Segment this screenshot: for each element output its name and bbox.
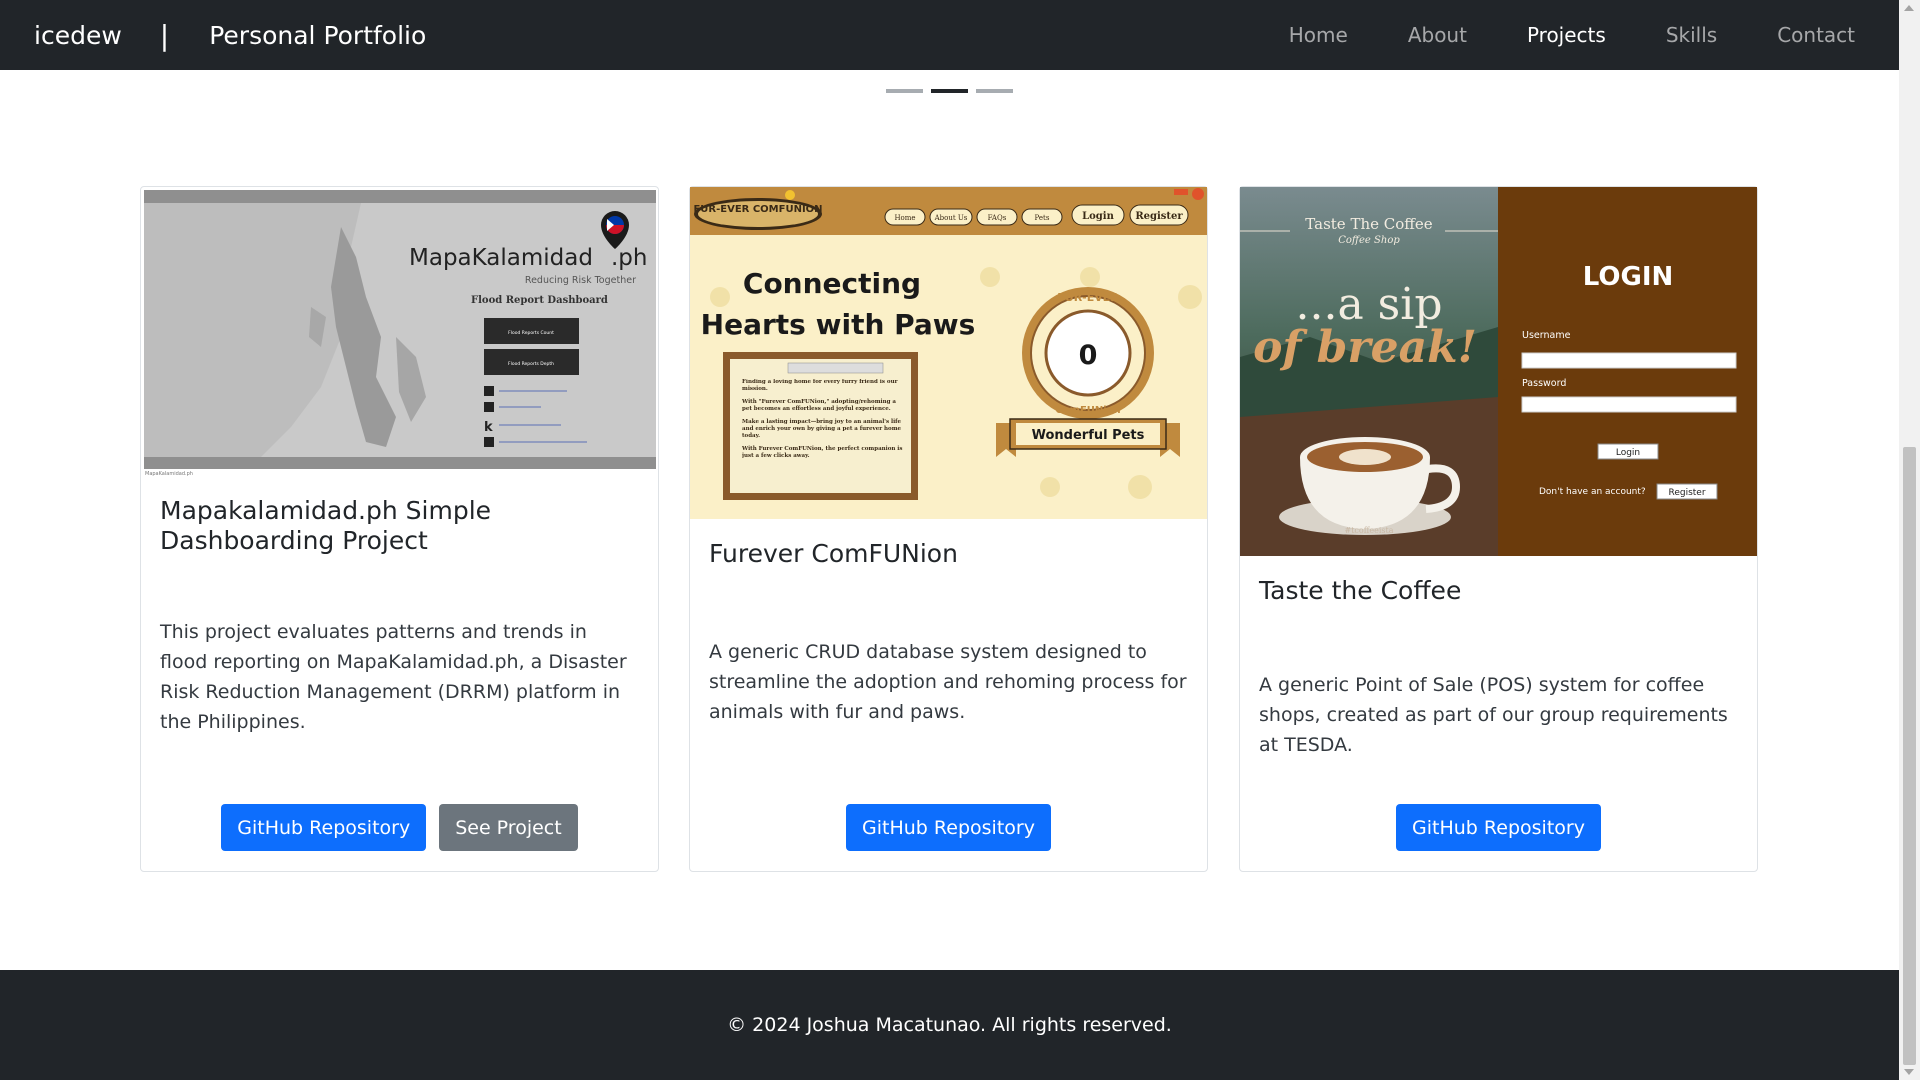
carousel-indicator-3[interactable] — [976, 89, 1013, 93]
flood-depth-button: Flood Reports Depth — [508, 361, 554, 367]
github-icon — [484, 402, 494, 412]
close-icon — [1192, 188, 1204, 200]
kaggle-icon: k — [484, 420, 493, 435]
brand-separator: | — [159, 18, 170, 52]
page: icedew | Personal Portfolio Home About P… — [0, 0, 1899, 1080]
carousel-indicators — [886, 89, 1021, 93]
flood-count-button: Flood Reports Count — [508, 330, 554, 336]
navbar-brand[interactable]: icedew | Personal Portfolio — [34, 0, 426, 70]
project-buttons: GitHub Repository See Project — [141, 804, 658, 851]
project-card-mapakalamidad: MapaKalamidad.ph MapaKalamidad .ph Reduc… — [140, 186, 659, 872]
see-project-button[interactable]: See Project — [439, 804, 578, 851]
mapakalamidad-screenshot: MapaKalamidad.ph MapaKalamidad .ph Reduc… — [143, 189, 658, 477]
carousel-indicator-2[interactable] — [931, 89, 968, 93]
nav-link-home[interactable]: Home — [1289, 23, 1348, 47]
project-card-furever: FUR-EVER COMFUNION Home About Us FAQs Pe… — [689, 186, 1208, 872]
pets-count: 0 — [1079, 340, 1098, 371]
project-description: A generic CRUD database system designed … — [709, 641, 1187, 723]
github-repository-button[interactable]: GitHub Repository — [221, 804, 427, 851]
brand-subtitle: Personal Portfolio — [209, 20, 427, 50]
project-buttons: GitHub Repository — [690, 804, 1207, 851]
password-label: Password — [1522, 378, 1566, 389]
furever-nav-faqs: FAQs — [988, 214, 1007, 222]
badge-top-text: FUR-EVER — [1057, 291, 1119, 304]
nav-link-contact[interactable]: Contact — [1777, 23, 1855, 47]
map-footer-text: MapaKalamidad.ph — [145, 471, 193, 477]
furever-logo: FUR-EVER COMFUNION — [693, 204, 822, 215]
furever-register: Register — [1135, 211, 1183, 222]
project-card-taste-the-coffee: Taste The Coffee Coffee Shop ...a sip of… — [1239, 186, 1758, 872]
furever-screenshot: FUR-EVER COMFUNION Home About Us FAQs Pe… — [690, 187, 1207, 519]
scroll-down-arrow-icon[interactable] — [1904, 1069, 1914, 1075]
nav-link-about[interactable]: About — [1408, 23, 1467, 47]
furever-nav-home: Home — [894, 214, 915, 222]
instagram-icon — [484, 437, 494, 447]
furever-headline-2: Hearts with Paws — [701, 308, 976, 341]
carousel-indicator-1[interactable] — [886, 89, 923, 93]
coffee-slogan-2: of break! — [1253, 322, 1477, 373]
footer: © 2024 Joshua Macatunao. All rights rese… — [0, 970, 1899, 1080]
nav-link-projects[interactable]: Projects — [1527, 23, 1606, 47]
coffee-hashtag: #tcoffeeista — [1344, 526, 1393, 535]
project-image-furever: FUR-EVER COMFUNION Home About Us FAQs Pe… — [690, 187, 1207, 519]
no-account-text: Don't have an account? — [1539, 487, 1646, 497]
furever-login: Login — [1082, 211, 1114, 222]
project-title: Furever ComFUNion — [709, 539, 958, 568]
mapakalamidad-logo-text: MapaKalamidad — [409, 245, 593, 271]
mapakalamidad-tagline: Reducing Risk Together — [525, 275, 636, 286]
github-repository-button[interactable]: GitHub Repository — [846, 804, 1051, 851]
project-image-coffee: Taste The Coffee Coffee Shop ...a sip of… — [1240, 187, 1757, 556]
furever-paragraph-3: Make a lasting impact—bring joy to an an… — [742, 419, 902, 439]
brand-name: icedew — [34, 20, 122, 50]
dashboard-heading: Flood Report Dashboard — [471, 295, 608, 306]
furever-nav-about: About Us — [934, 214, 968, 222]
project-image-mapakalamidad: MapaKalamidad.ph MapaKalamidad .ph Reduc… — [141, 187, 658, 477]
username-field — [1521, 352, 1737, 369]
furever-headline-1: Connecting — [743, 267, 921, 300]
project-description: A generic Point of Sale (POS) system for… — [1259, 674, 1728, 756]
nav-link-skills[interactable]: Skills — [1666, 23, 1717, 47]
badge-bottom-text: ComFUNion — [1055, 405, 1120, 416]
project-description: This project evaluates patterns and tren… — [160, 621, 627, 733]
copyright-text: © 2024 Joshua Macatunao. All rights rese… — [727, 1014, 1172, 1036]
furever-paragraph-2: With "Furever ComFUNion," adopting/rehom… — [742, 399, 896, 412]
scroll-up-arrow-icon[interactable] — [1904, 5, 1914, 11]
register-submit-label: Register — [1668, 488, 1705, 498]
coffee-brand-sub: Coffee Shop — [1338, 235, 1400, 246]
username-label: Username — [1522, 330, 1571, 341]
nav-links: Home About Projects Skills Contact — [1229, 0, 1855, 70]
furever-paragraph-4: With Furever ComFUNion, the perfect comp… — [742, 446, 903, 459]
coffee-brand: Taste The Coffee — [1305, 215, 1433, 233]
page-scrollbar[interactable] — [1899, 0, 1920, 1080]
project-title: Taste the Coffee — [1259, 576, 1462, 605]
navbar: icedew | Personal Portfolio Home About P… — [0, 0, 1899, 70]
login-submit-label: Login — [1616, 448, 1640, 458]
scrollbar-thumb[interactable] — [1903, 447, 1916, 1065]
furever-paragraph-1: Finding a loving home for every furry fr… — [742, 379, 898, 392]
project-buttons: GitHub Repository — [1240, 804, 1757, 851]
github-repository-button[interactable]: GitHub Repository — [1396, 804, 1601, 851]
coffee-screenshot: Taste The Coffee Coffee Shop ...a sip of… — [1240, 187, 1757, 556]
wonderful-pets-label: Wonderful Pets — [1032, 428, 1145, 443]
project-title: Mapakalamidad.ph Simple Dashboarding Pro… — [160, 496, 492, 555]
linkedin-icon — [484, 386, 494, 396]
furever-nav-pets: Pets — [1035, 214, 1050, 222]
password-field — [1521, 396, 1737, 413]
mapakalamidad-logo-suffix: .ph — [611, 245, 648, 271]
login-title: LOGIN — [1583, 262, 1674, 292]
